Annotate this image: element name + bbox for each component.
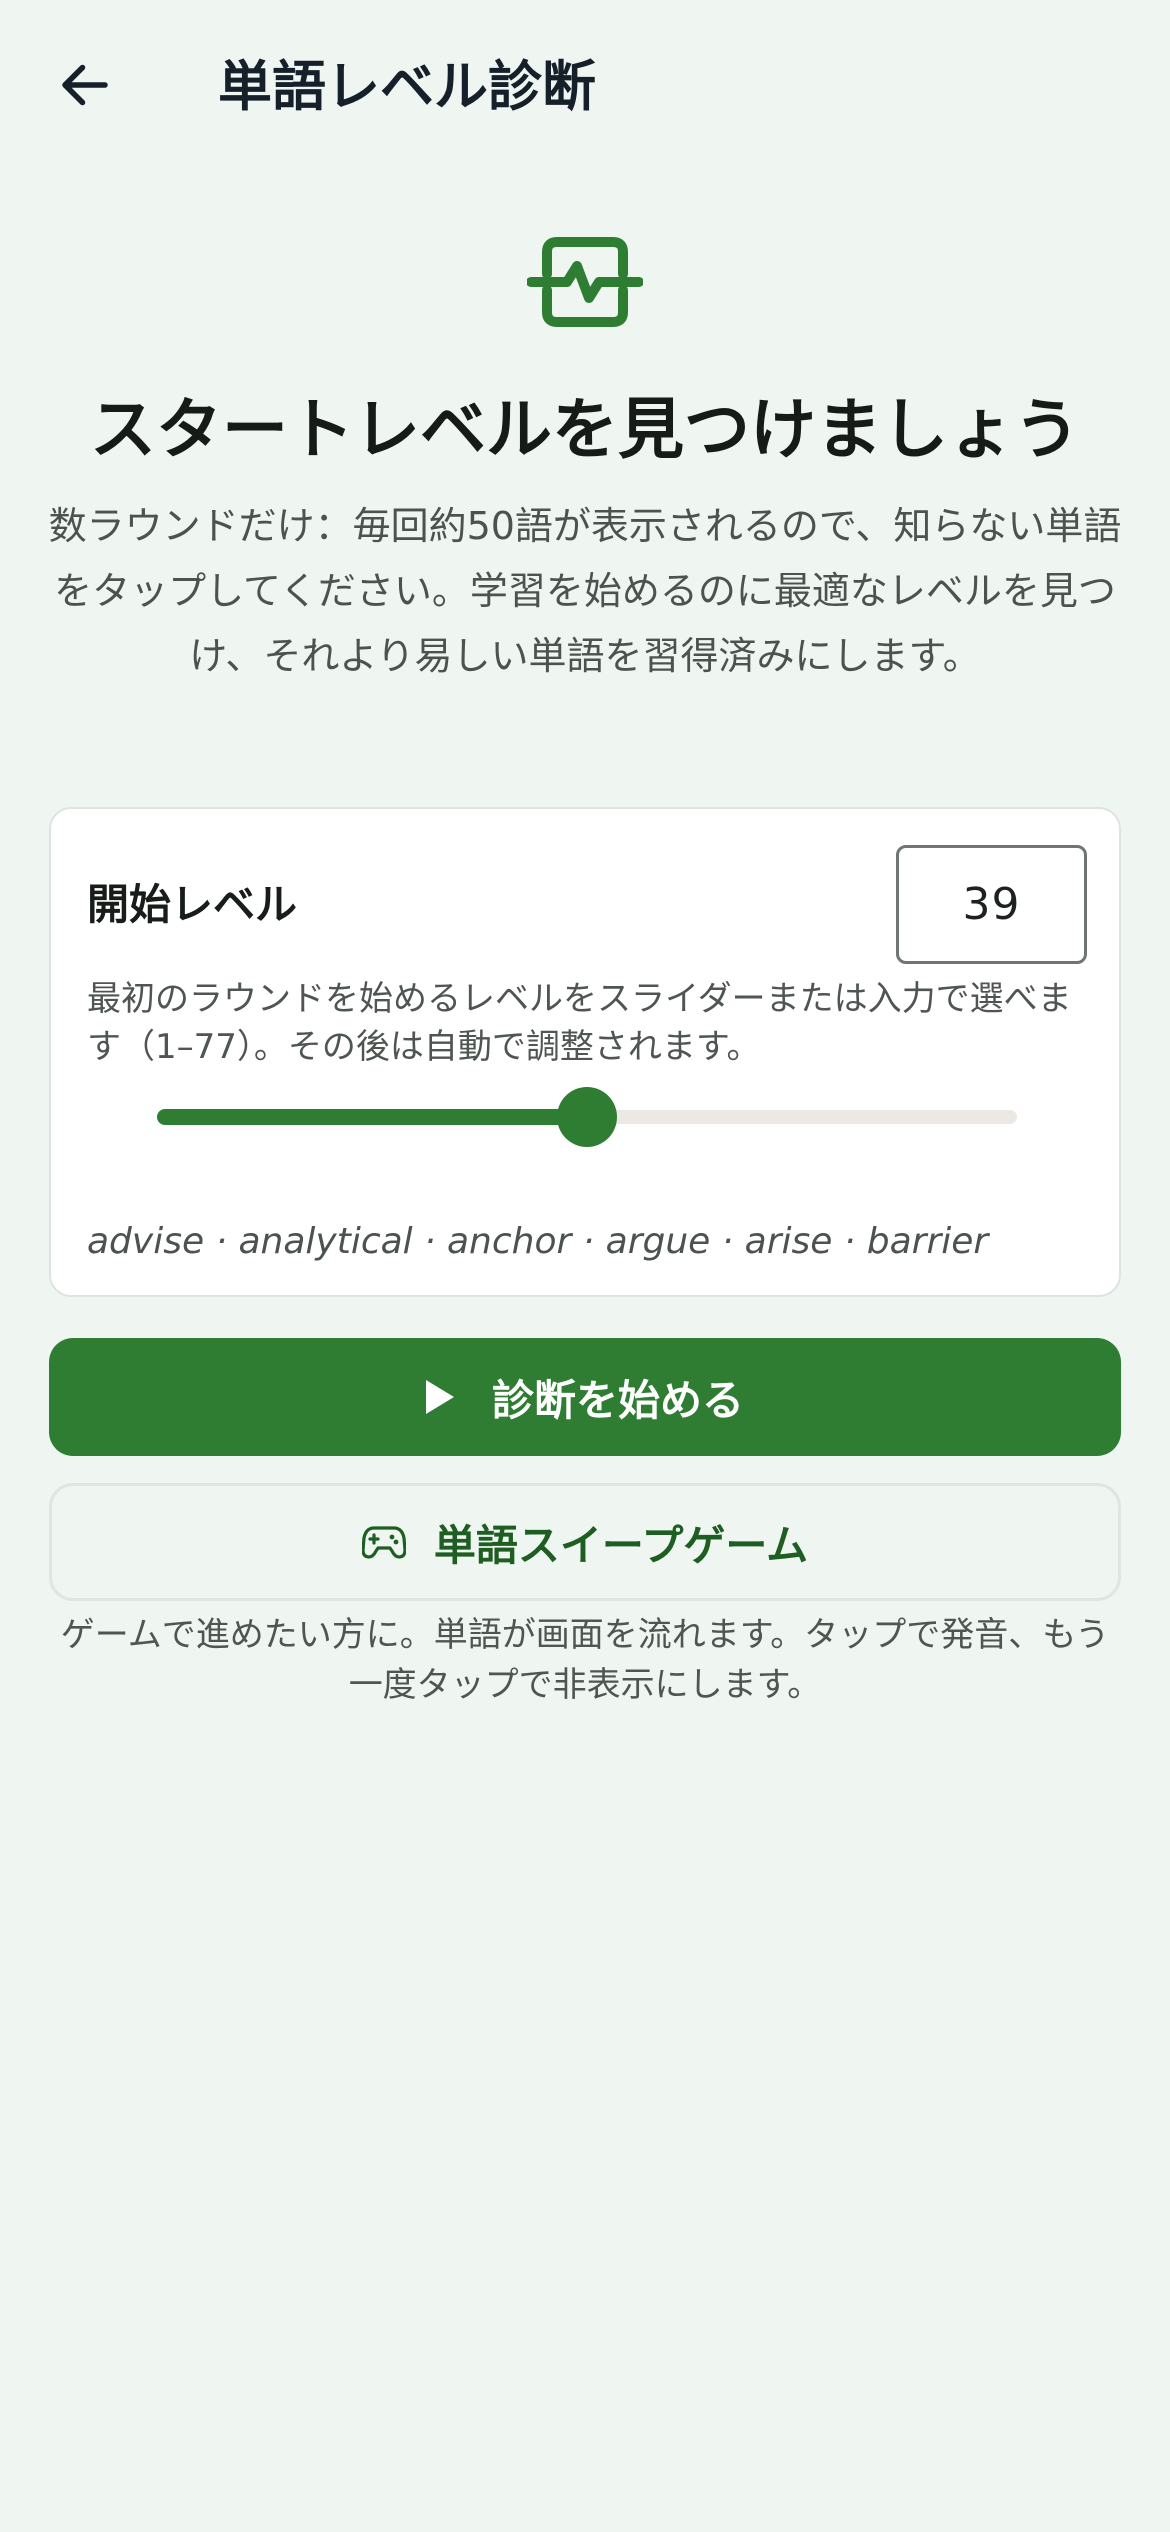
activity-monitor-icon <box>527 237 643 327</box>
headline: スタートレベルを見つけましょう <box>90 391 1080 468</box>
start-level-card: 開始レベル 39 最初のラウンドを始めるレベルをスライダーまたは入力で選べます（… <box>49 807 1121 1297</box>
start-level-title: 開始レベル <box>87 880 298 929</box>
arrow-left-icon <box>62 64 108 106</box>
level-input[interactable]: 39 <box>896 845 1087 964</box>
level-slider[interactable] <box>157 1085 1017 1149</box>
word-sweep-game-label: 単語スイープゲーム <box>433 1520 809 1570</box>
app-bar: 単語レベル診断 <box>0 0 1170 170</box>
start-level-description: 最初のラウンドを始めるレベルをスライダーまたは入力で選べます（1–77）。その後… <box>87 979 1072 1067</box>
gamepad-icon <box>361 1526 406 1559</box>
slider-thumb[interactable] <box>557 1087 617 1147</box>
game-footnote: ゲームで進めたい方に。単語が画面を流れます。タップで発音、もう一度タップで非表示… <box>60 1615 1110 1705</box>
page-title: 単語レベル診断 <box>218 55 596 118</box>
start-diagnosis-label: 診断を始める <box>491 1375 744 1425</box>
word-sweep-game-button[interactable]: 単語スイープゲーム <box>49 1483 1121 1601</box>
play-icon <box>425 1380 454 1414</box>
slider-fill <box>157 1109 587 1125</box>
back-button[interactable] <box>40 40 130 130</box>
start-diagnosis-button[interactable]: 診断を始める <box>49 1338 1121 1456</box>
sample-words: advise · analytical · anchor · argue · a… <box>87 1221 989 1262</box>
intro-text: 数ラウンドだけ：毎回約50語が表示されるので、知らない単語をタップしてください。… <box>48 504 1122 678</box>
